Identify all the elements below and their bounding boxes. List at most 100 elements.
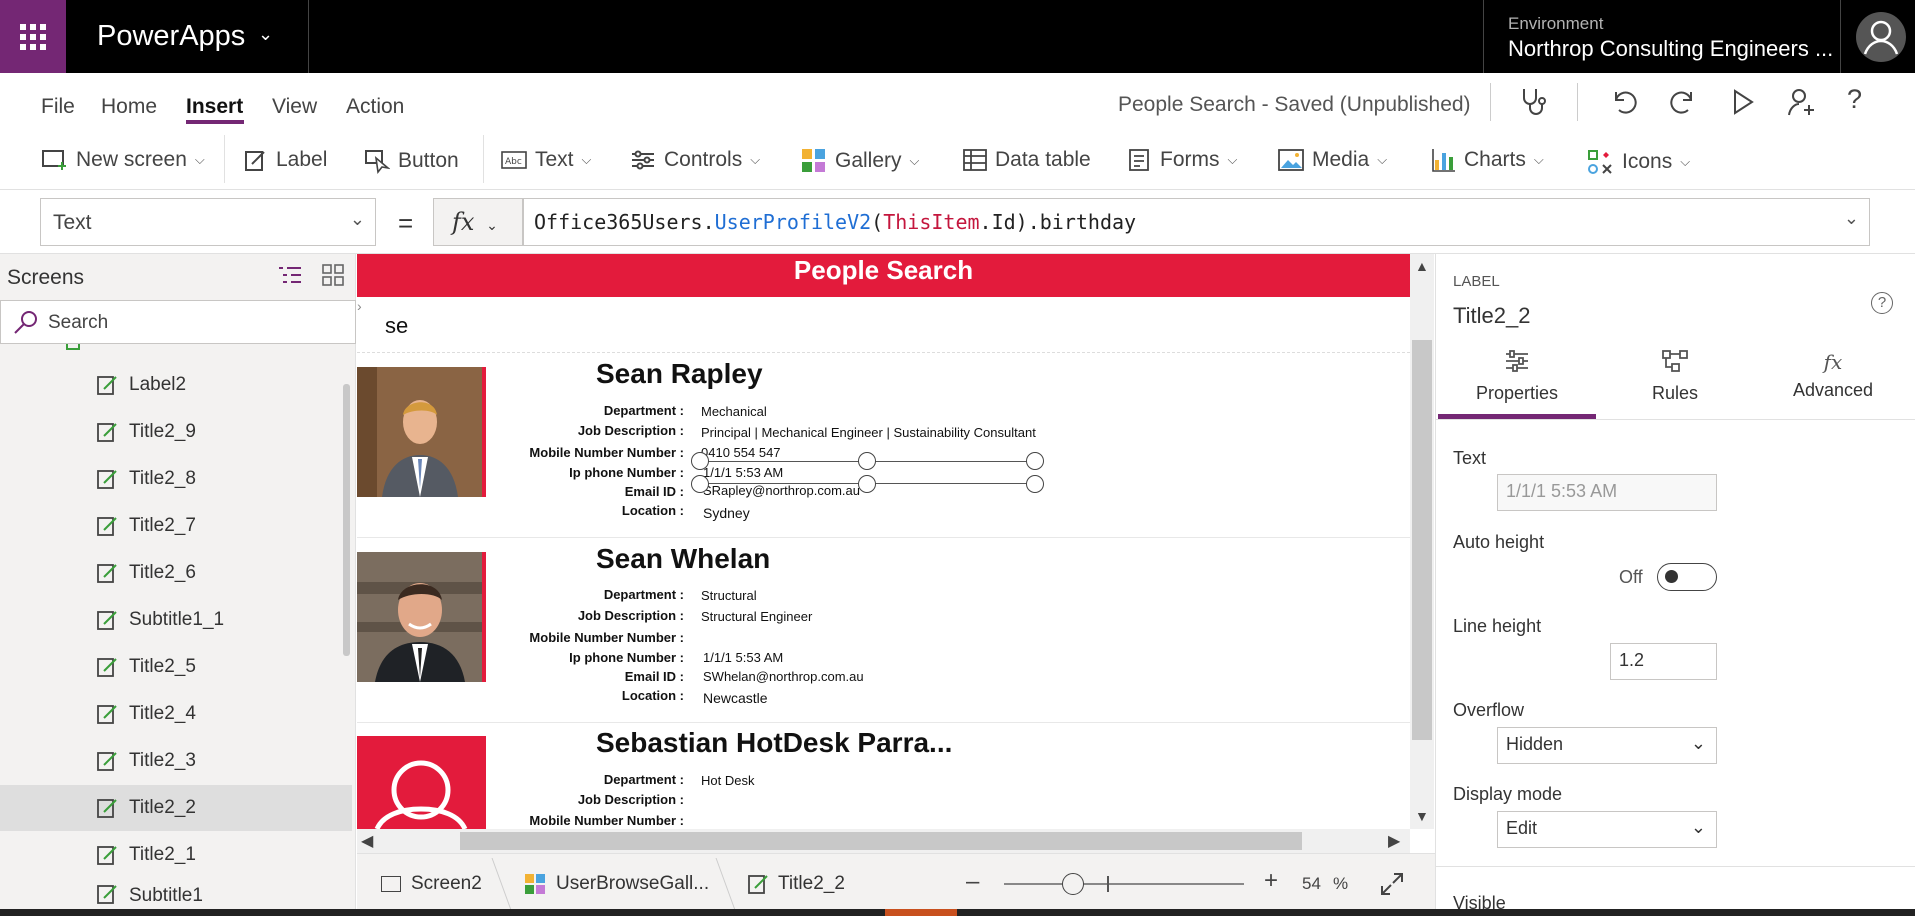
chevron-down-icon: ⌵ <box>1680 154 1691 169</box>
horizontal-scroll-thumb[interactable] <box>460 832 1302 850</box>
tree-item-title2-5[interactable]: Title2_5 <box>0 644 352 690</box>
media-dropdown-button[interactable]: Media ⌵ <box>1278 148 1387 172</box>
gallery-dropdown-button[interactable]: Gallery ⌵ <box>801 148 919 174</box>
new-screen-button[interactable]: New screen ⌵ <box>42 148 205 172</box>
chevron-down-icon: ⌄ <box>349 209 365 229</box>
text-dropdown-button[interactable]: Abc Text ⌵ <box>501 148 591 172</box>
avatar[interactable] <box>1856 12 1906 62</box>
zoom-out-icon[interactable]: – <box>966 868 979 896</box>
tree-item-subtitle1[interactable]: Subtitle1 <box>0 879 352 909</box>
zoom-slider[interactable] <box>1004 883 1244 885</box>
resize-handle[interactable] <box>1026 475 1044 493</box>
resize-handle[interactable] <box>691 475 709 493</box>
tab-label: Properties <box>1475 383 1559 403</box>
menu-insert[interactable]: Insert <box>186 95 243 119</box>
icons-dropdown-label: Icons <box>1622 150 1673 173</box>
search-placeholder: Search <box>48 312 109 333</box>
fit-to-window-icon[interactable] <box>1380 872 1404 901</box>
text-icon: Abc <box>501 151 527 169</box>
tab-advanced[interactable]: fx Advanced <box>1754 350 1912 401</box>
auto-height-toggle[interactable] <box>1657 563 1717 591</box>
person-photo-placeholder[interactable] <box>357 736 486 829</box>
property-dropdown[interactable]: Text ⌄ <box>40 198 376 246</box>
icons-dropdown-button[interactable]: Icons ⌵ <box>1586 148 1690 176</box>
menu-file[interactable]: File <box>41 95 75 119</box>
tree-item-label: Subtitle1_1 <box>129 609 225 630</box>
scroll-right-icon[interactable]: ▶ <box>1388 831 1400 851</box>
charts-dropdown-button[interactable]: Charts ⌵ <box>1432 148 1544 172</box>
help-icon[interactable]: ? <box>1847 84 1862 115</box>
forms-dropdown-button[interactable]: Forms ⌵ <box>1128 148 1237 172</box>
zoom-in-icon[interactable]: + <box>1264 867 1278 895</box>
scroll-down-icon[interactable]: ▼ <box>1415 808 1429 824</box>
overflow-dropdown[interactable]: Hidden ⌄ <box>1497 727 1717 764</box>
resize-handle[interactable] <box>1026 452 1044 470</box>
menu-view[interactable]: View <box>272 95 317 119</box>
tree-item-title2-1[interactable]: Title2_1 <box>0 832 352 878</box>
user-icon <box>374 760 468 829</box>
display-mode-dropdown[interactable]: Edit ⌄ <box>1497 811 1717 848</box>
scroll-up-icon[interactable]: ▲ <box>1415 258 1429 274</box>
breadcrumb-screen[interactable]: Screen2 <box>411 873 482 895</box>
play-icon[interactable] <box>1730 88 1756 121</box>
menu-action[interactable]: Action <box>346 95 404 119</box>
chevron-down-icon[interactable]: ⌄ <box>258 24 273 45</box>
tree-item-title2-7[interactable]: Title2_7 <box>0 503 352 549</box>
tree-item-title2-9[interactable]: Title2_9 <box>0 409 352 455</box>
breadcrumb-gallery[interactable]: UserBrowseGall... <box>556 873 709 895</box>
label-icon <box>97 703 119 730</box>
auto-height-state: Off <box>1619 567 1643 587</box>
thumbnail-view-icon[interactable] <box>322 264 344 291</box>
fx-dropdown-button[interactable]: fx ⌄ <box>433 198 523 246</box>
button-button-label: Button <box>398 149 459 172</box>
scroll-left-icon[interactable]: ◀ <box>361 831 373 851</box>
app-launcher-icon[interactable] <box>0 0 66 73</box>
tree-item-title2-4[interactable]: Title2_4 <box>0 691 352 737</box>
tree-item-title2-3[interactable]: Title2_3 <box>0 738 352 784</box>
data-table-button[interactable]: Data table <box>963 148 1091 172</box>
tree-item-subtitle1-1[interactable]: Subtitle1_1 <box>0 597 352 643</box>
tree-item-title2-2[interactable]: Title2_2 <box>0 785 352 831</box>
resize-handle[interactable] <box>691 452 709 470</box>
controls-dropdown-button[interactable]: Controls ⌵ <box>630 148 760 172</box>
svg-text:Abc: Abc <box>505 157 522 167</box>
label-icon <box>97 883 119 909</box>
department-value: Structural <box>701 588 757 603</box>
email-label: Email ID : <box>624 669 684 684</box>
label-icon <box>97 844 119 871</box>
resize-handle[interactable] <box>858 475 876 493</box>
menu-home[interactable]: Home <box>101 95 157 119</box>
text-property-input[interactable]: 1/1/1 5:53 AM <box>1497 474 1717 511</box>
location-value: Newcastle <box>703 690 768 706</box>
label-button[interactable]: Label <box>244 148 327 172</box>
share-user-icon[interactable] <box>1786 86 1818 123</box>
display-mode-label: Display mode <box>1453 784 1563 804</box>
vertical-scroll-thumb[interactable] <box>1412 340 1432 740</box>
screens-panel-scrollbar[interactable] <box>343 384 350 656</box>
media-icon <box>1278 149 1304 171</box>
redo-icon[interactable] <box>1669 88 1697 121</box>
line-height-input[interactable]: 1.2 <box>1610 643 1717 680</box>
tab-properties[interactable]: Properties <box>1438 350 1596 404</box>
tree-item-title2-6[interactable]: Title2_6 <box>0 550 352 596</box>
divider <box>1490 83 1491 121</box>
undo-icon[interactable] <box>1610 88 1638 121</box>
zoom-slider-thumb[interactable] <box>1062 873 1084 895</box>
tab-rules[interactable]: Rules <box>1596 350 1754 404</box>
tree-item-title2-8[interactable]: Title2_8 <box>0 456 352 502</box>
button-button[interactable]: Button <box>364 148 459 174</box>
stethoscope-icon[interactable] <box>1518 86 1550 123</box>
help-icon[interactable]: ? <box>1871 292 1893 314</box>
person-photo[interactable] <box>357 552 486 682</box>
breadcrumb-control[interactable]: Title2_2 <box>778 873 845 895</box>
person-photo[interactable] <box>357 367 486 497</box>
formula-input[interactable]: Office365Users.UserProfileV2(ThisItem.Id… <box>523 198 1870 246</box>
label-icon <box>97 468 119 495</box>
people-search-input[interactable]: se <box>385 313 408 339</box>
expand-formula-chevron-icon[interactable]: ⌄ <box>1844 208 1859 229</box>
department-value: Mechanical <box>701 404 767 419</box>
resize-handle[interactable] <box>858 452 876 470</box>
tree-view-icon[interactable] <box>278 266 302 291</box>
environment-name[interactable]: Northrop Consulting Engineers ... <box>1508 36 1833 62</box>
tree-item-label2[interactable]: Label2 <box>0 362 352 408</box>
